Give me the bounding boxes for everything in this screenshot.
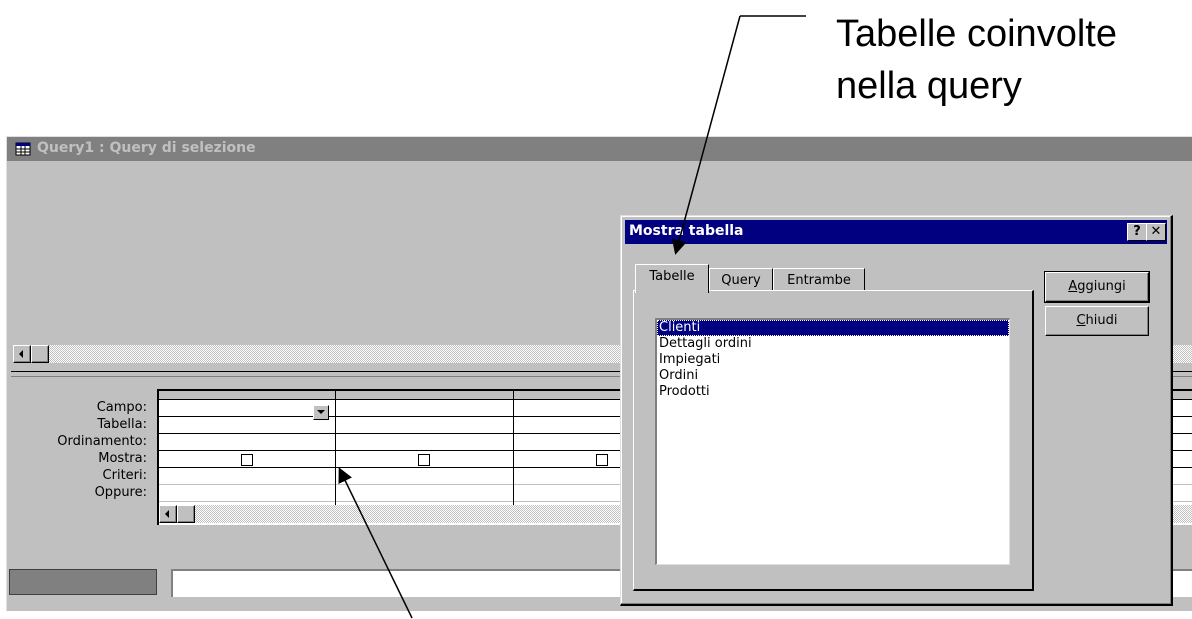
tab-tabelle[interactable]: Tabelle (635, 264, 709, 293)
callout-arrow-grid (338, 467, 413, 619)
callout-arrow-tables-pointer (671, 15, 741, 255)
callout-arrows (338, 15, 806, 619)
